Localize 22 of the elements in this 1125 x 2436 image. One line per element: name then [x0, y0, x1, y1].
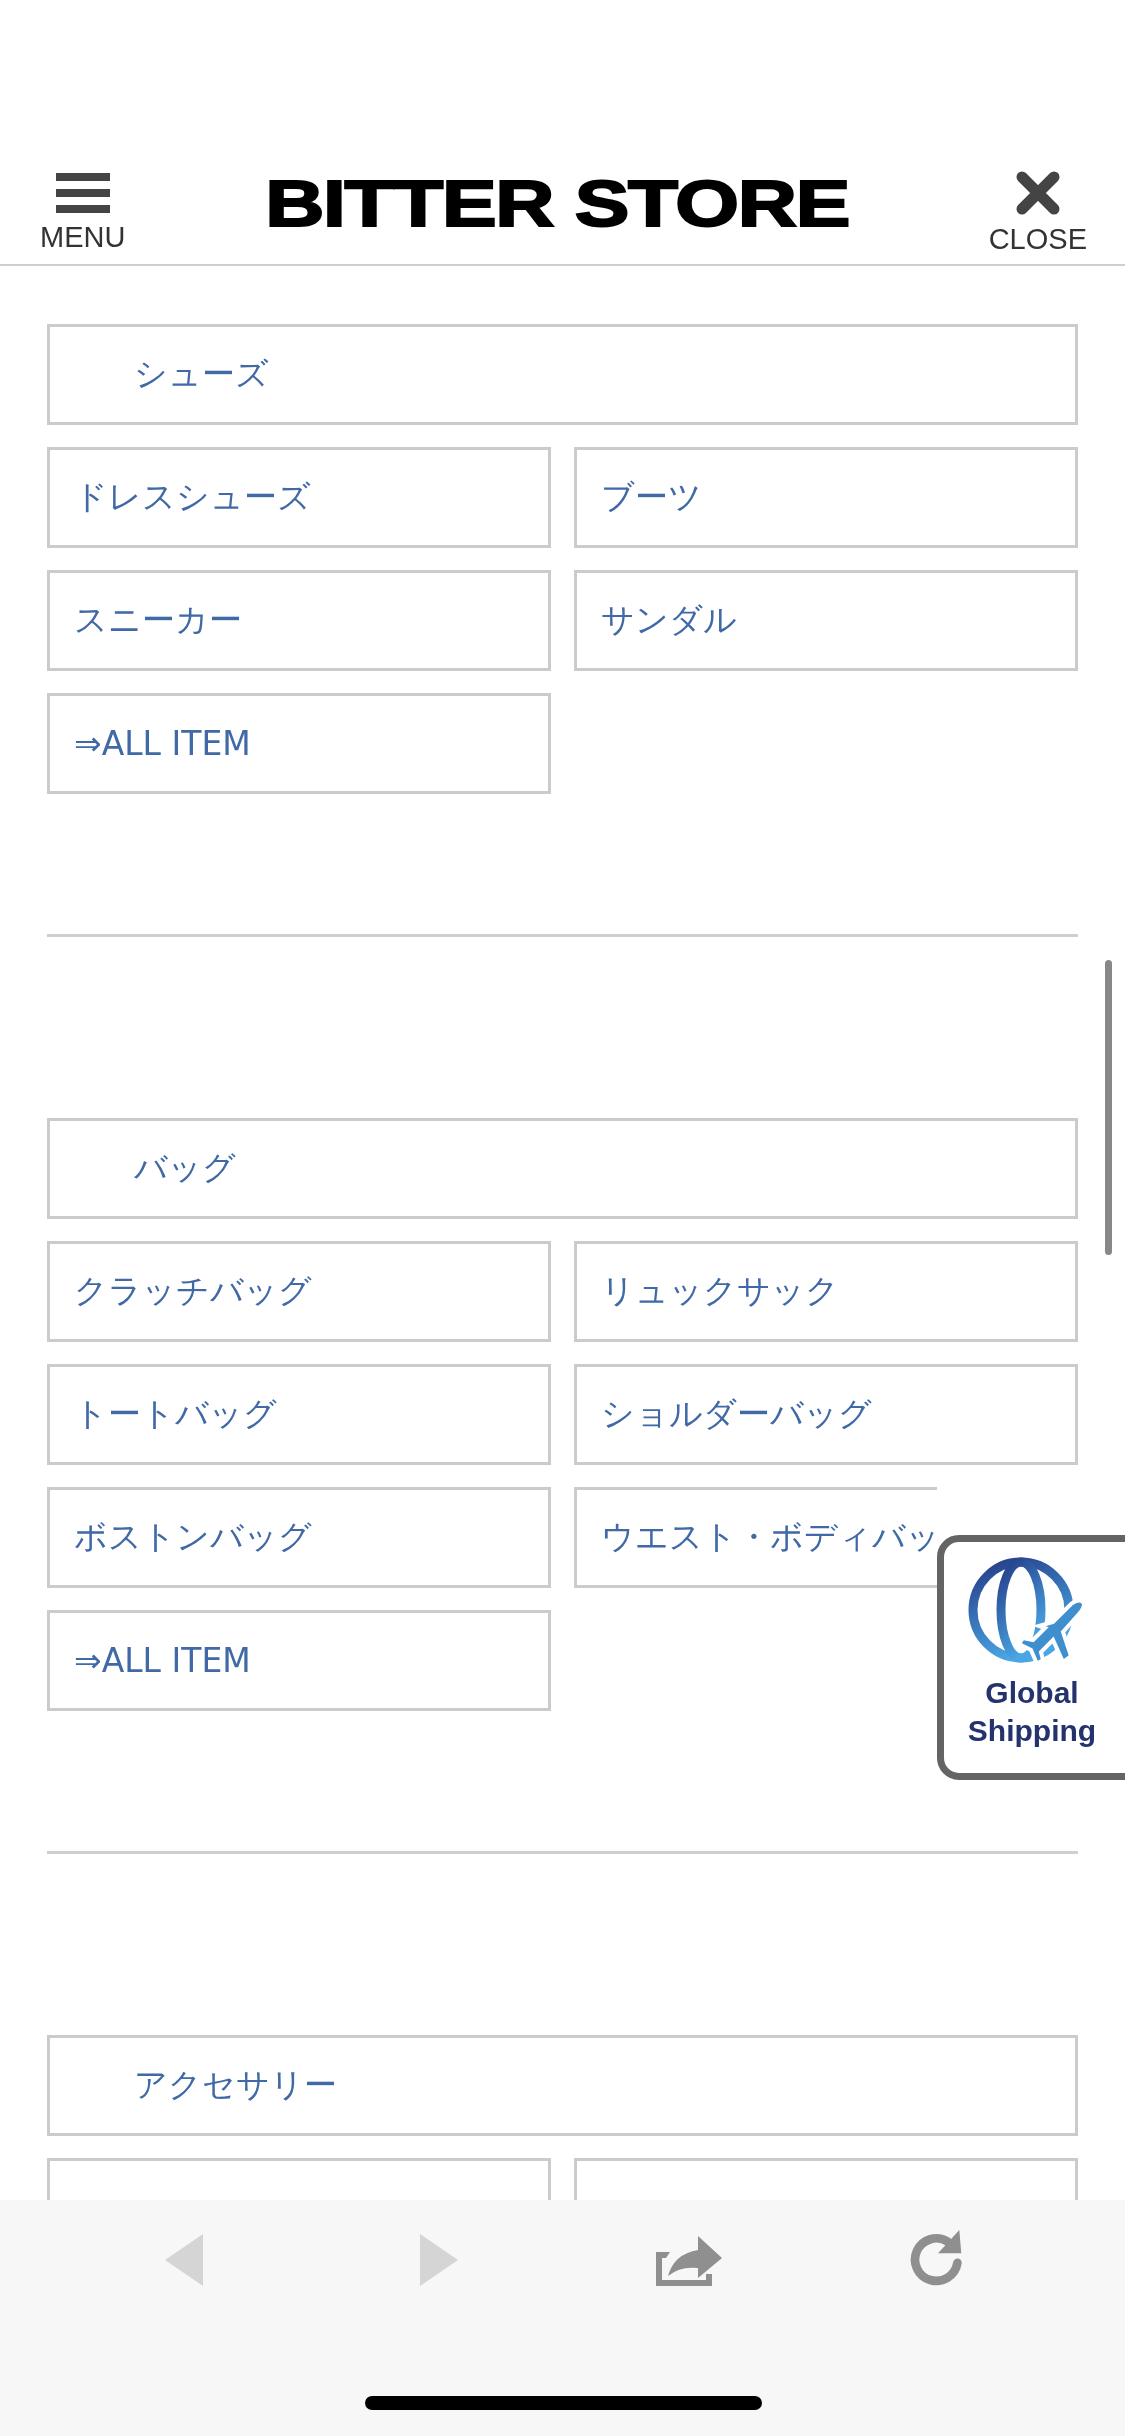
badge-label: Global Shipping — [967, 1675, 1097, 1749]
category-link[interactable]: サンダル — [574, 570, 1078, 671]
store-logo[interactable]: BITTER STORE — [265, 172, 849, 242]
category-link[interactable]: ⇒ALL ITEM — [47, 1610, 551, 1711]
category-link[interactable]: ウエスト・ボディバッ — [574, 1487, 937, 1588]
category-link[interactable]: ショルダーバッグ — [574, 1364, 1078, 1465]
global-shipping-button[interactable]: Global Shipping — [937, 1535, 1125, 1780]
category-link[interactable]: リュックサック — [574, 1241, 1078, 1342]
close-icon — [1015, 170, 1060, 215]
menu-icon — [55, 172, 110, 213]
menu-button[interactable]: MENU — [40, 162, 126, 252]
category-link[interactable]: ドレスシューズ — [47, 447, 551, 548]
close-button[interactable]: CLOSE — [988, 160, 1087, 254]
category-heading[interactable]: アクセサリー — [47, 2035, 1078, 2136]
category-heading[interactable]: シューズ — [47, 324, 1078, 425]
category-link[interactable]: トートバッグ — [47, 1364, 551, 1465]
category-link[interactable]: クラッチバッグ — [47, 1241, 551, 1342]
category-link[interactable]: ボストンバッグ — [47, 1487, 551, 1588]
category-link[interactable]: ブーツ — [574, 447, 1078, 548]
category-heading[interactable]: バッグ — [47, 1118, 1078, 1219]
category-link[interactable]: スニーカー — [47, 570, 551, 671]
category-link[interactable]: ⇒ALL ITEM — [47, 693, 551, 794]
